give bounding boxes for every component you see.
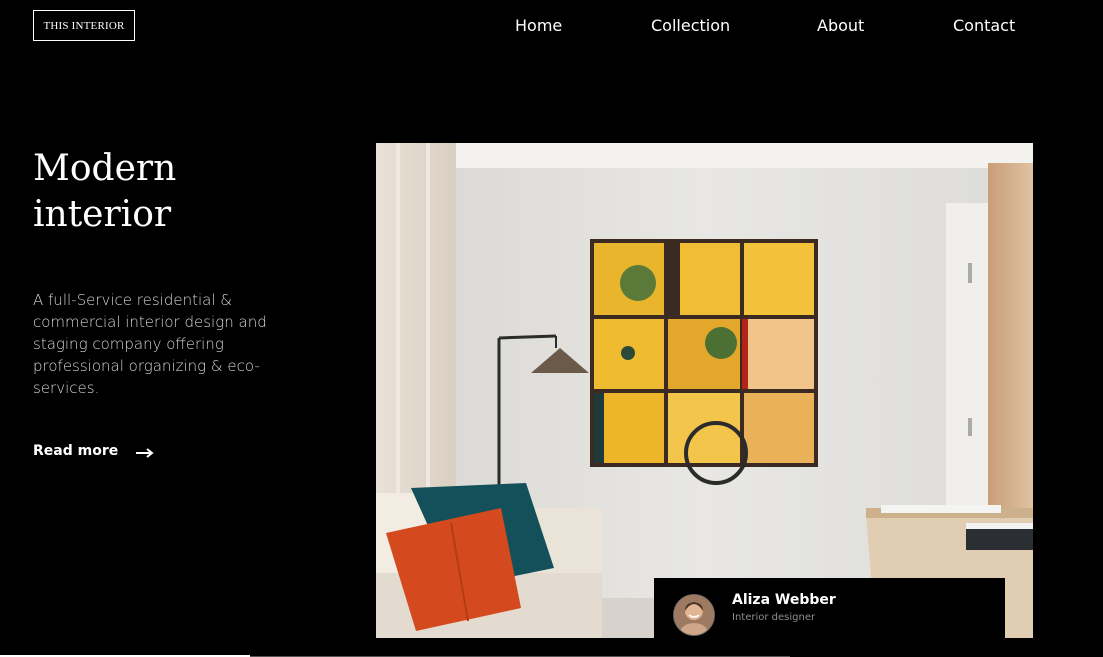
hero-description: A full-Service residential & commercial … xyxy=(33,291,267,397)
hero-title-line-2: interior xyxy=(33,194,172,235)
avatar xyxy=(673,594,715,636)
living-room-photo xyxy=(376,143,1033,638)
hero-title: Modern interior xyxy=(33,146,333,238)
hero-title-line-1: Modern xyxy=(33,148,177,189)
read-more-label: Read more xyxy=(33,443,119,459)
arrow-right-icon xyxy=(136,446,154,458)
nav-item-contact[interactable]: Contact xyxy=(953,16,1015,35)
designer-name: Aliza Webber xyxy=(732,592,836,608)
nav-item-home[interactable]: Home xyxy=(515,16,562,35)
nav-item-about[interactable]: About xyxy=(817,16,864,35)
read-more-link[interactable]: Read more xyxy=(33,443,154,459)
main-nav: Home Collection About Contact xyxy=(0,16,1103,36)
designer-card: Aliza Webber Interior designer xyxy=(654,578,1005,657)
designer-role: Interior designer xyxy=(732,612,816,623)
nav-item-collection[interactable]: Collection xyxy=(651,16,730,35)
